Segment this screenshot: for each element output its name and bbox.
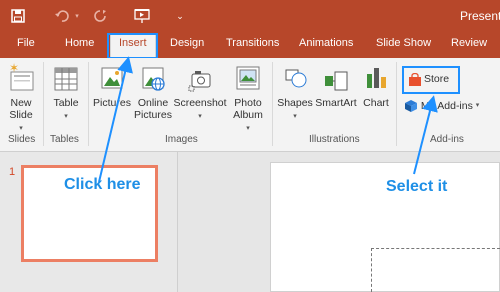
arrow-to-insert-tab [98,56,133,183]
annotation-arrows [98,56,438,183]
click-here-annotation: Click here [64,176,141,193]
arrow-to-store [413,95,438,175]
select-it-annotation: Select it [386,178,448,195]
